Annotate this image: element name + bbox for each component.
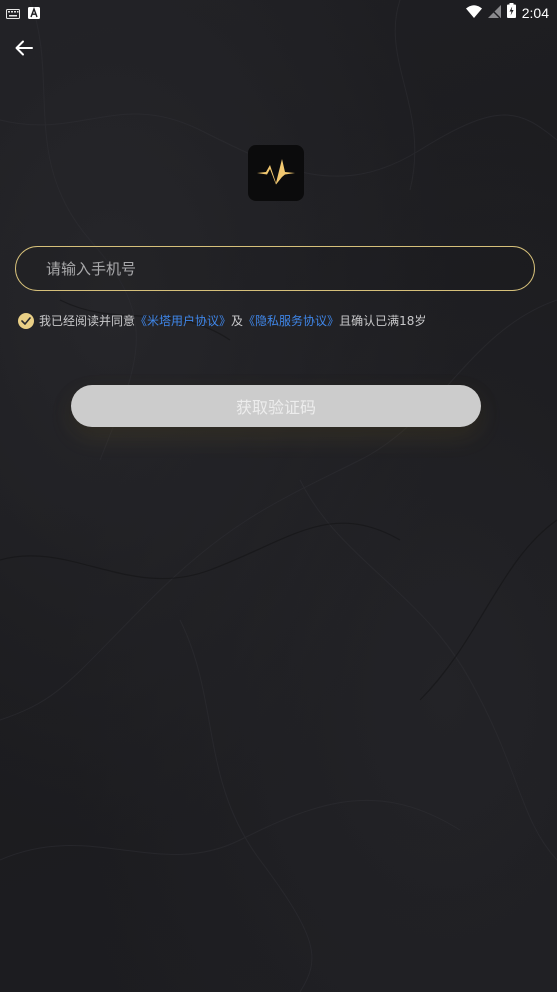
- agreement-suffix: 且确认已满18岁: [339, 314, 427, 328]
- phone-field: [15, 246, 535, 291]
- get-code-button[interactable]: 获取验证码: [71, 385, 481, 427]
- wifi-icon: [465, 3, 482, 22]
- pulse-logo-icon: [256, 156, 296, 190]
- phone-input[interactable]: [44, 247, 518, 291]
- keyboard-icon: [6, 4, 20, 23]
- agreement-and: 及: [231, 314, 244, 328]
- user-agreement-link[interactable]: 《米塔用户协议》: [135, 312, 231, 329]
- agreement-checkbox[interactable]: [18, 312, 34, 329]
- agreement-row: 我已经阅读并同意 《米塔用户协议》 及 《隐私服务协议》 且确认已满18岁: [18, 312, 426, 329]
- agreement-prefix: 我已经阅读并同意: [39, 314, 136, 328]
- status-bar: 2:04: [0, 0, 557, 24]
- status-time: 2:04: [521, 4, 549, 21]
- signal-off-icon: [487, 3, 501, 22]
- back-button[interactable]: [10, 36, 38, 64]
- battery-charging-icon: [506, 3, 516, 22]
- checkmark-icon: [21, 316, 31, 325]
- privacy-agreement-link[interactable]: 《隐私服务协议》: [243, 312, 339, 329]
- back-arrow-icon: [15, 40, 33, 60]
- a-notification-icon: [28, 4, 40, 23]
- app-logo: [248, 145, 304, 201]
